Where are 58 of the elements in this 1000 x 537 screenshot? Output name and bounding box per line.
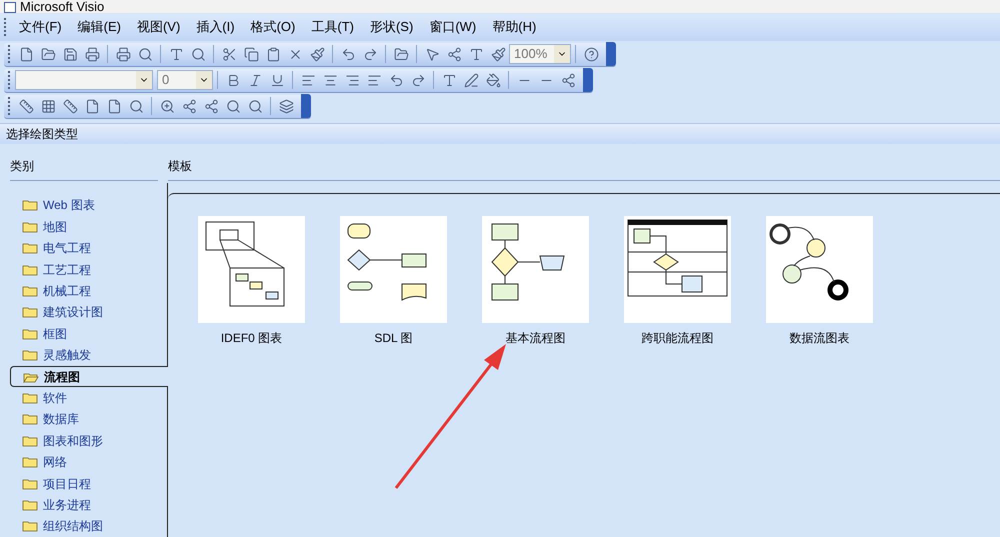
category-heading: 类别 — [10, 158, 34, 173]
category-item[interactable]: 数据库 — [0, 408, 168, 430]
folder-icon — [22, 434, 38, 447]
category-item[interactable]: 地图 — [0, 216, 168, 238]
folder-icon — [22, 498, 38, 511]
dialog-title: 选择绘图类型 — [6, 126, 78, 143]
folder-icon — [22, 199, 38, 212]
template-heading: 模板 — [168, 158, 192, 173]
category-item[interactable]: Web 图表 — [0, 194, 168, 216]
open-folder-icon — [23, 370, 39, 383]
category-item[interactable]: 软件 — [0, 387, 168, 409]
category-item[interactable]: 工艺工程 — [0, 258, 168, 280]
category-item[interactable]: 网络 — [0, 451, 168, 473]
template-item[interactable]: 跨职能流程图 — [624, 216, 731, 347]
folder-icon — [22, 413, 38, 426]
menu-item[interactable]: 视图(V) — [128, 17, 188, 37]
category-item[interactable]: 机械工程 — [0, 280, 168, 302]
folder-icon — [22, 456, 38, 468]
template-label: 数据流图表 — [790, 330, 850, 347]
category-item[interactable]: 框图 — [0, 323, 168, 344]
folder-icon — [22, 242, 38, 254]
menu-item[interactable]: 窗口(W) — [421, 17, 484, 37]
folder-icon — [22, 328, 38, 340]
template-label: 基本流程图 — [506, 330, 566, 347]
category-item[interactable]: 项目日程 — [0, 472, 168, 494]
menu-item[interactable]: 形状(S) — [362, 17, 422, 37]
template-label: SDL 图 — [374, 330, 413, 347]
folder-icon — [22, 306, 38, 318]
folder-icon — [22, 220, 38, 233]
template-item[interactable]: 基本流程图 — [482, 216, 589, 347]
template-label: IDEF0 图表 — [220, 330, 282, 347]
app-icon — [4, 2, 16, 13]
folder-icon — [22, 264, 38, 276]
category-item[interactable]: 电气工程 — [0, 238, 168, 259]
template-item[interactable]: IDEF0 图表 — [198, 216, 305, 347]
category-item[interactable]: 业务进程 — [0, 494, 168, 516]
folder-icon — [22, 520, 38, 532]
category-item[interactable]: 图表和图形 — [0, 430, 168, 452]
template-label: 跨职能流程图 — [642, 330, 714, 347]
category-item[interactable]: 建筑设计图 — [0, 302, 168, 324]
menu-item[interactable]: 帮助(H) — [484, 17, 544, 37]
menu-item[interactable]: 编辑(E) — [70, 17, 129, 37]
folder-icon — [22, 392, 38, 404]
window-title: Microsoft Visio — [20, 0, 104, 13]
menu-item[interactable]: 格式(O) — [242, 17, 304, 37]
folder-icon — [22, 285, 38, 297]
menu-item[interactable]: 插入(I) — [188, 17, 243, 37]
category-item[interactable]: 灵感触发 — [0, 344, 168, 366]
font-size-dropdown[interactable]: 0 — [157, 70, 213, 90]
category-item[interactable]: 流程图 — [10, 366, 168, 388]
zoom-dropdown[interactable]: 100% — [509, 44, 571, 64]
category-item[interactable]: 组织结构图 — [0, 516, 168, 537]
folder-icon — [22, 478, 38, 490]
folder-icon — [22, 349, 38, 362]
menu-item[interactable]: 文件(F) — [11, 17, 70, 37]
template-item[interactable]: 数据流图表 — [766, 216, 873, 347]
menu-item[interactable]: 工具(T) — [303, 17, 362, 37]
template-item[interactable]: SDL 图 — [340, 216, 447, 347]
